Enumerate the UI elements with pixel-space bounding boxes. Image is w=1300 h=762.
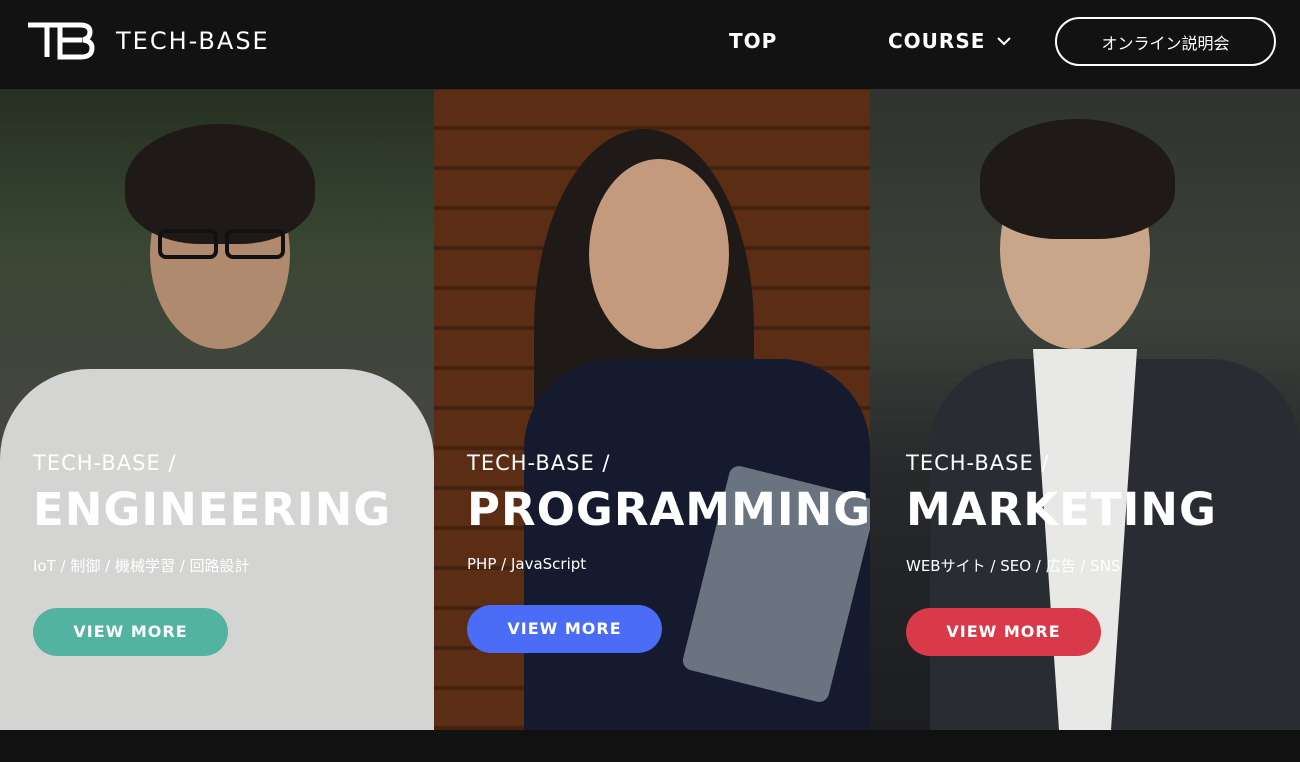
engineering-tags: IoT / 制御 / 機械学習 / 回路設計	[33, 556, 250, 575]
panel-marketing[interactable]: TECH-BASE / MARKETING WEBサイト / SEO / 広告 …	[870, 89, 1300, 730]
programming-view-more-button[interactable]: VIEW MORE	[467, 604, 662, 653]
nav-course[interactable]: COURSE	[888, 29, 1012, 53]
engineering-title: ENGINEERING	[33, 483, 392, 536]
programming-content: TECH-BASE / PROGRAMMING PHP / JavaScript…	[467, 451, 870, 653]
chevron-down-icon	[997, 37, 1012, 46]
marketing-title: MARKETING	[906, 483, 1217, 536]
online-session-button[interactable]: オンライン説明会	[1055, 17, 1276, 66]
marketing-brand: TECH-BASE /	[906, 451, 1050, 475]
marketing-view-more-button[interactable]: VIEW MORE	[906, 607, 1101, 656]
marketing-tags: WEBサイト / SEO / 広告 / SNS	[906, 556, 1121, 575]
engineering-content: TECH-BASE / ENGINEERING IoT / 制御 / 機械学習 …	[33, 451, 391, 656]
engineering-brand: TECH-BASE /	[33, 451, 177, 475]
programming-tags: PHP / JavaScript	[467, 554, 587, 573]
tb-logo-icon	[28, 22, 95, 60]
logo-text: TECH-BASE	[116, 27, 270, 55]
nav-top[interactable]: TOP	[729, 29, 777, 53]
course-panels: TECH-BASE / ENGINEERING IoT / 制御 / 機械学習 …	[0, 89, 1300, 730]
engineering-view-more-button[interactable]: VIEW MORE	[33, 607, 228, 656]
programming-brand: TECH-BASE /	[467, 451, 611, 475]
logo[interactable]: TECH-BASE	[26, 22, 270, 60]
page-bottom-strip	[0, 730, 1300, 762]
panel-programming[interactable]: TECH-BASE / PROGRAMMING PHP / JavaScript…	[434, 89, 870, 730]
nav-course-label: COURSE	[888, 29, 986, 53]
programming-title: PROGRAMMING	[467, 483, 870, 536]
panel-engineering[interactable]: TECH-BASE / ENGINEERING IoT / 制御 / 機械学習 …	[0, 89, 434, 730]
site-header: TECH-BASE TOP COURSE オンライン説明会	[0, 0, 1300, 89]
marketing-content: TECH-BASE / MARKETING WEBサイト / SEO / 広告 …	[906, 451, 1217, 656]
